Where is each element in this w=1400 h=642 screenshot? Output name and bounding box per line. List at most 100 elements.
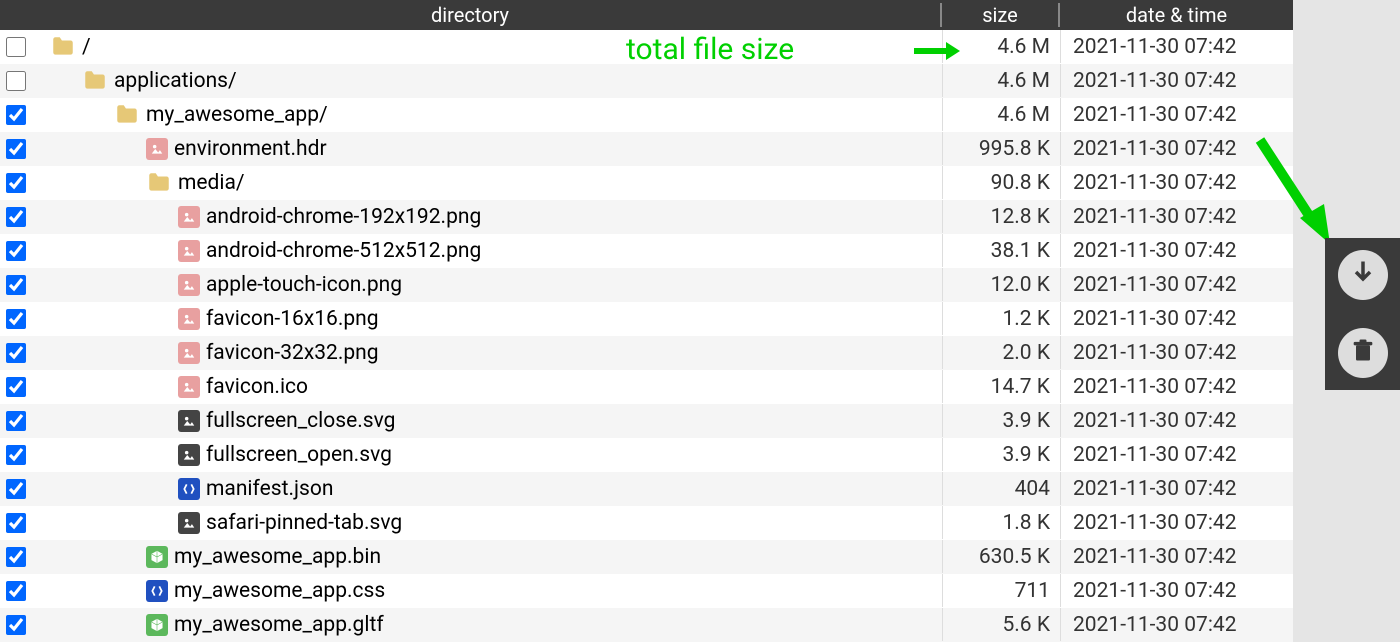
row-name-cell[interactable]: fullscreen_open.svg	[42, 443, 942, 467]
file-date: 2021-11-30 07:42	[1060, 574, 1293, 607]
file-size: 1.8 K	[942, 506, 1060, 539]
file-size: 404	[942, 472, 1060, 505]
table-row[interactable]: apple-touch-icon.png 12.0 K2021-11-30 07:…	[0, 268, 1293, 302]
file-name: android-chrome-512x512.png	[206, 239, 481, 263]
table-row[interactable]: environment.hdr995.8 K2021-11-30 07:42	[0, 132, 1293, 166]
row-name-cell[interactable]: environment.hdr	[42, 137, 942, 161]
row-name-cell[interactable]: fullscreen_close.svg	[42, 409, 942, 433]
file-date: 2021-11-30 07:42	[1060, 438, 1293, 471]
table-row[interactable]: fullscreen_close.svg3.9 K2021-11-30 07:4…	[0, 404, 1293, 438]
package-file-icon	[146, 546, 168, 568]
table-row[interactable]: my_awesome_app.css 7112021-11-30 07:42	[0, 574, 1293, 608]
row-name-cell[interactable]: my_awesome_app.css	[42, 579, 942, 603]
row-checkbox[interactable]	[6, 479, 26, 499]
file-date: 2021-11-30 07:42	[1060, 268, 1293, 301]
svg-file-icon	[178, 444, 200, 466]
file-size: 12.0 K	[942, 268, 1060, 301]
row-checkbox[interactable]	[6, 139, 26, 159]
file-size: 90.8 K	[942, 166, 1060, 199]
table-row[interactable]: android-chrome-512x512.png 38.1 K2021-11-…	[0, 234, 1293, 268]
row-checkbox-cell	[0, 173, 42, 193]
file-size: 3.9 K	[942, 404, 1060, 437]
row-checkbox[interactable]	[6, 343, 26, 363]
row-name-cell[interactable]: favicon-32x32.png	[42, 341, 942, 365]
row-checkbox[interactable]	[6, 37, 26, 57]
row-checkbox[interactable]	[6, 71, 26, 91]
file-name: fullscreen_open.svg	[206, 443, 392, 467]
delete-button[interactable]	[1338, 328, 1388, 378]
row-name-cell[interactable]: media/	[42, 170, 942, 196]
table-row[interactable]: android-chrome-192x192.png12.8 K2021-11-…	[0, 200, 1293, 234]
svg-file-icon	[178, 410, 200, 432]
row-checkbox-cell	[0, 513, 42, 533]
file-date: 2021-11-30 07:42	[1060, 98, 1293, 131]
row-checkbox[interactable]	[6, 105, 26, 125]
row-name-cell[interactable]: safari-pinned-tab.svg	[42, 511, 942, 535]
download-button[interactable]	[1338, 250, 1388, 300]
row-name-cell[interactable]: android-chrome-192x192.png	[42, 205, 942, 229]
table-row[interactable]: fullscreen_open.svg3.9 K2021-11-30 07:42	[0, 438, 1293, 472]
table-row[interactable]: applications/4.6 M2021-11-30 07:42	[0, 64, 1293, 98]
file-name: favicon-32x32.png	[206, 341, 379, 365]
table-row[interactable]: my_awesome_app.gltf5.6 K2021-11-30 07:42	[0, 608, 1293, 642]
table-row[interactable]: favicon.ico14.7 K2021-11-30 07:42	[0, 370, 1293, 404]
row-name-cell[interactable]: manifest.json	[42, 477, 942, 501]
row-checkbox-cell	[0, 309, 42, 329]
row-checkbox[interactable]	[6, 207, 26, 227]
row-name-cell[interactable]: my_awesome_app/	[42, 102, 942, 128]
table-row[interactable]: /4.6 M2021-11-30 07:42	[0, 30, 1293, 64]
row-name-cell[interactable]: applications/	[42, 68, 942, 94]
row-name-cell[interactable]: favicon.ico	[42, 375, 942, 399]
header-date[interactable]: date & time	[1060, 3, 1293, 27]
row-checkbox-cell	[0, 139, 42, 159]
row-name-cell[interactable]: favicon-16x16.png	[42, 307, 942, 331]
file-date: 2021-11-30 07:42	[1060, 540, 1293, 573]
row-checkbox[interactable]	[6, 275, 26, 295]
file-size: 2.0 K	[942, 336, 1060, 369]
file-date: 2021-11-30 07:42	[1060, 234, 1293, 267]
header-directory[interactable]: directory	[0, 3, 942, 27]
file-size: 711	[942, 574, 1060, 607]
row-checkbox[interactable]	[6, 377, 26, 397]
file-name: apple-touch-icon.png	[206, 273, 402, 297]
row-checkbox-cell	[0, 377, 42, 397]
header-size[interactable]: size	[942, 3, 1060, 27]
file-size: 4.6 M	[942, 30, 1060, 63]
file-name: my_awesome_app.bin	[174, 545, 381, 569]
table-row[interactable]: media/90.8 K2021-11-30 07:42	[0, 166, 1293, 200]
file-size: 38.1 K	[942, 234, 1060, 267]
row-name-cell[interactable]: apple-touch-icon.png	[42, 273, 942, 297]
table-row[interactable]: my_awesome_app/4.6 M2021-11-30 07:42	[0, 98, 1293, 132]
file-name: fullscreen_close.svg	[206, 409, 395, 433]
row-checkbox[interactable]	[6, 241, 26, 261]
table-row[interactable]: favicon-32x32.png2.0 K2021-11-30 07:42	[0, 336, 1293, 370]
row-name-cell[interactable]: /	[42, 34, 942, 60]
row-checkbox[interactable]	[6, 173, 26, 193]
row-checkbox-cell	[0, 615, 42, 635]
file-date: 2021-11-30 07:42	[1060, 302, 1293, 335]
row-checkbox[interactable]	[6, 411, 26, 431]
row-checkbox[interactable]	[6, 615, 26, 635]
row-checkbox[interactable]	[6, 445, 26, 465]
row-name-cell[interactable]: android-chrome-512x512.png	[42, 239, 942, 263]
file-name: my_awesome_app/	[146, 103, 328, 127]
file-date: 2021-11-30 07:42	[1060, 64, 1293, 97]
table-row[interactable]: favicon-16x16.png1.2 K2021-11-30 07:42	[0, 302, 1293, 336]
file-date: 2021-11-30 07:42	[1060, 472, 1293, 505]
file-name: /	[82, 35, 91, 59]
image-file-icon	[178, 342, 200, 364]
image-file-icon	[178, 274, 200, 296]
row-checkbox[interactable]	[6, 309, 26, 329]
row-name-cell[interactable]: my_awesome_app.gltf	[42, 613, 942, 637]
table-row[interactable]: manifest.json4042021-11-30 07:42	[0, 472, 1293, 506]
table-row[interactable]: safari-pinned-tab.svg1.8 K2021-11-30 07:…	[0, 506, 1293, 540]
row-checkbox[interactable]	[6, 581, 26, 601]
row-checkbox[interactable]	[6, 513, 26, 533]
file-size: 1.2 K	[942, 302, 1060, 335]
row-checkbox[interactable]	[6, 547, 26, 567]
folder-icon	[114, 102, 140, 128]
file-name: my_awesome_app.css	[174, 579, 385, 603]
file-size: 14.7 K	[942, 370, 1060, 403]
row-name-cell[interactable]: my_awesome_app.bin	[42, 545, 942, 569]
table-row[interactable]: my_awesome_app.bin630.5 K2021-11-30 07:4…	[0, 540, 1293, 574]
